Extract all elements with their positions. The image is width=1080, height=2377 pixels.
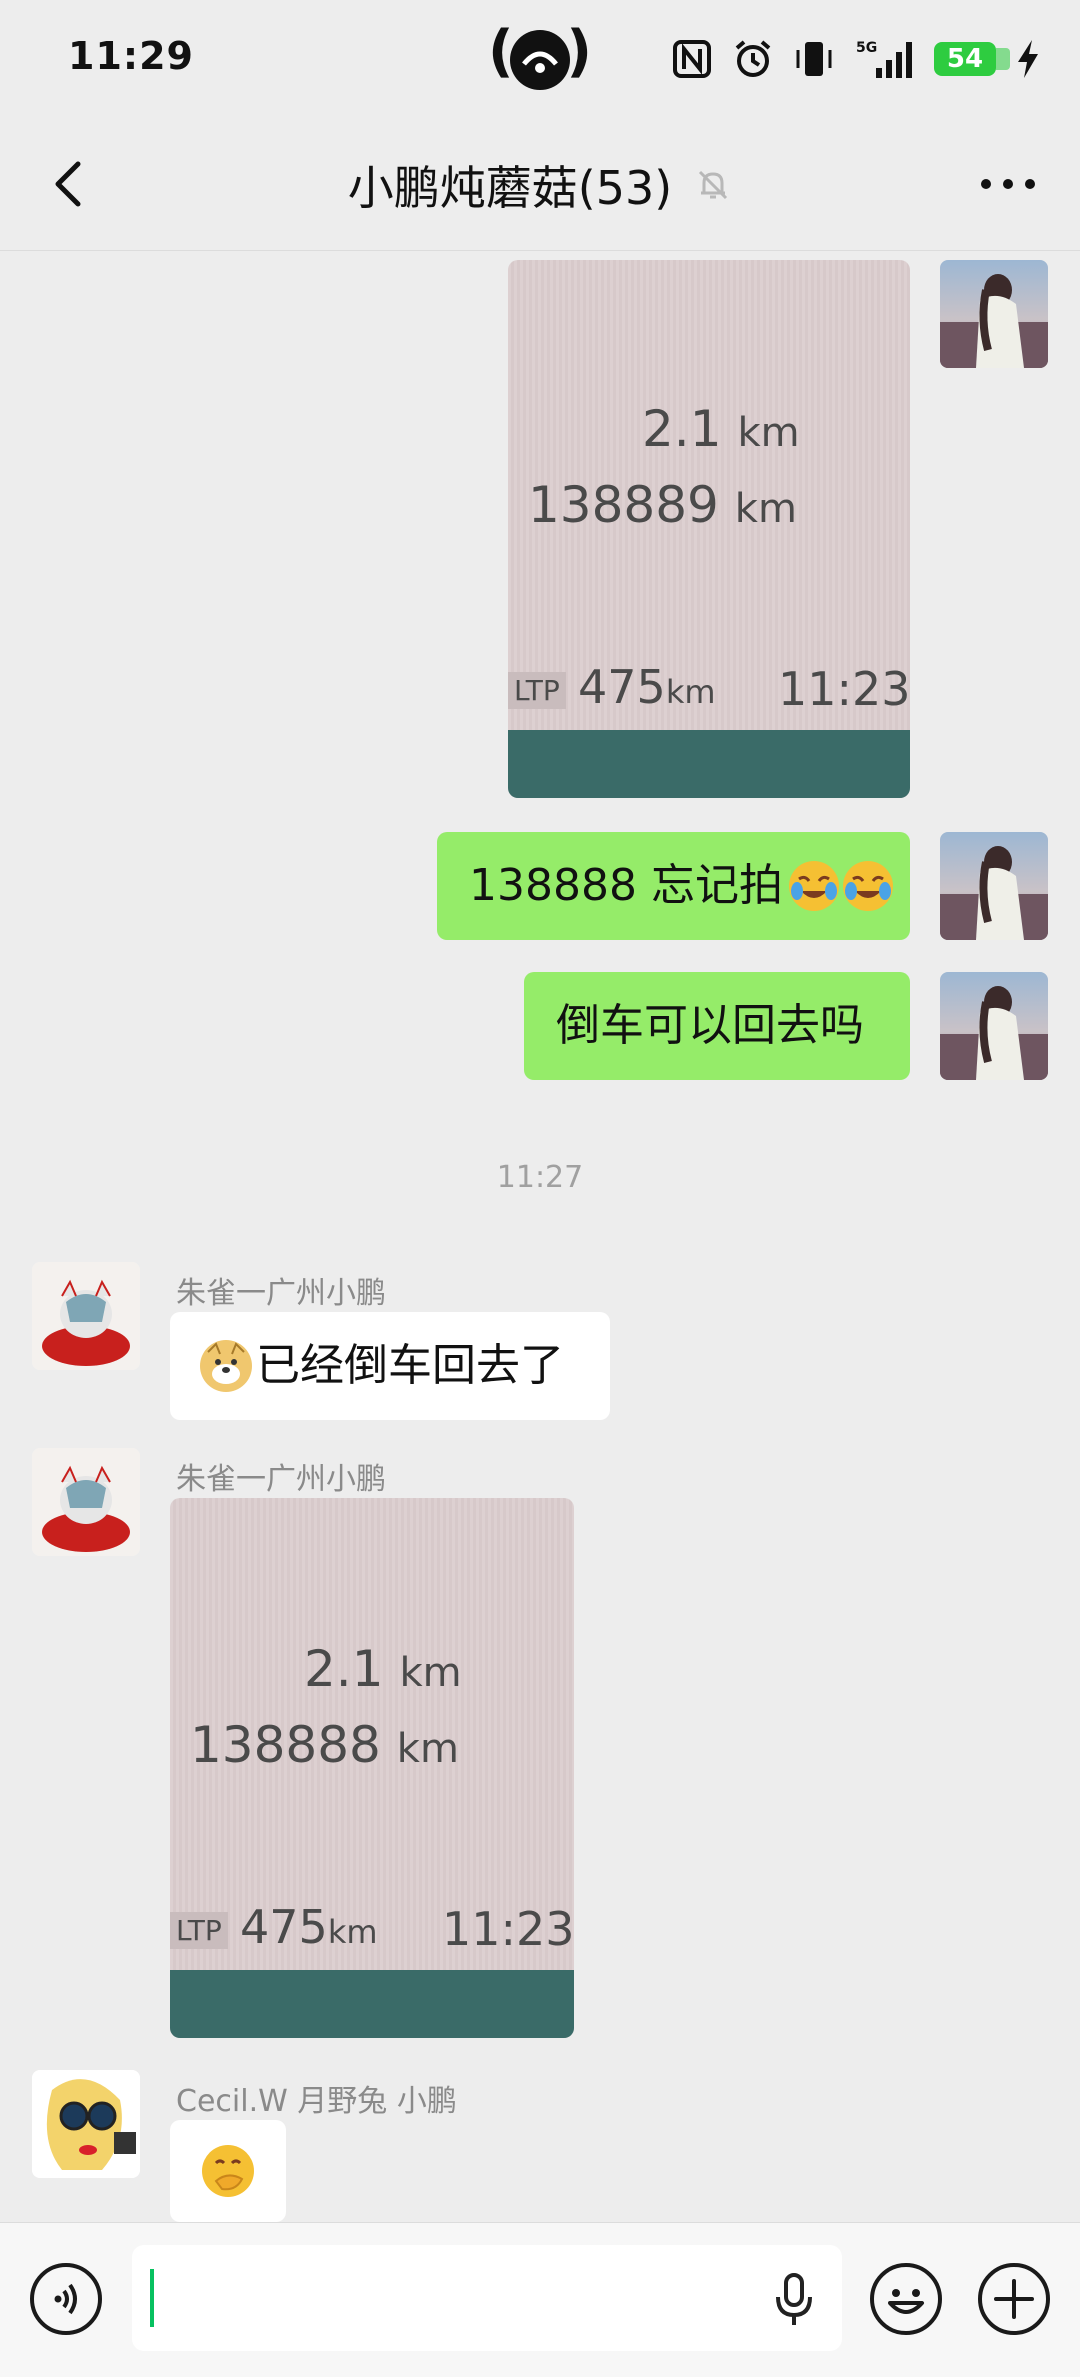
- emoji-icon[interactable]: [870, 2263, 942, 2335]
- avatar[interactable]: [32, 1262, 140, 1370]
- charging-icon: [1018, 40, 1038, 78]
- image-message[interactable]: 2.1 km 138888 km LTP 475km 11:23: [170, 1498, 574, 2038]
- message-text: 倒车可以回去吗: [556, 1000, 864, 1051]
- photo-range: 475: [578, 660, 666, 714]
- nfc-icon: [673, 40, 711, 78]
- sender-name: 朱雀一广州小鹏: [176, 1276, 386, 1311]
- photo-clock: 11:23: [442, 1902, 574, 1956]
- hotspot-indicator-icon: ( ): [488, 22, 592, 92]
- photo-mode: LTP: [170, 1912, 228, 1949]
- avatar[interactable]: [32, 2070, 140, 2178]
- chat-title[interactable]: 小鹏炖蘑菇(53): [348, 152, 672, 218]
- message-bubble[interactable]: 倒车可以回去吗: [524, 972, 910, 1080]
- avatar[interactable]: [32, 1448, 140, 1556]
- photo-mode: LTP: [508, 672, 566, 709]
- microphone-icon[interactable]: [770, 2271, 818, 2329]
- laughing-crying-emoji-icon: [842, 861, 893, 911]
- image-message[interactable]: 2.1 km 138889 km LTP 475km 11:23: [508, 260, 910, 798]
- message-text: 138888 忘记拍: [469, 860, 783, 911]
- bell-muted-icon: [699, 170, 728, 200]
- time-separator: 11:27: [496, 1160, 584, 1195]
- text-caret: [150, 2269, 154, 2327]
- sender-name: Cecil.W 月野兔 小鹏: [176, 2084, 457, 2119]
- avatar[interactable]: [940, 832, 1048, 940]
- photo-odometer: 138888: [190, 1716, 381, 1774]
- sender-name: 朱雀一广州小鹏: [176, 1462, 386, 1497]
- more-dots-icon[interactable]: [976, 164, 1040, 204]
- voice-icon[interactable]: [30, 2263, 102, 2335]
- photo-trip-distance: 2.1: [304, 1640, 384, 1698]
- avatar[interactable]: [940, 260, 1048, 368]
- input-bar: [0, 2222, 1080, 2377]
- signal-5g-icon: 5G: [856, 40, 912, 78]
- message-bubble[interactable]: 138888 忘记拍: [437, 832, 910, 940]
- battery-icon: 54: [934, 42, 1010, 76]
- message-text: 已经倒车回去了: [256, 1340, 564, 1391]
- svg-text:5G: 5G: [856, 40, 877, 56]
- photo-odometer: 138889: [528, 476, 719, 534]
- hand-over-mouth-emoji-icon: [202, 2145, 254, 2197]
- photo-range: 475: [240, 1900, 328, 1954]
- status-icons: 5G 54: [672, 36, 1040, 82]
- avatar[interactable]: [940, 972, 1048, 1080]
- battery-level: 54: [946, 44, 984, 74]
- message-bubble[interactable]: 已经倒车回去了: [170, 1312, 610, 1420]
- message-input[interactable]: [132, 2245, 842, 2351]
- plus-icon[interactable]: [978, 2263, 1050, 2335]
- status-bar: 11:29 ( ) 5G 54: [0, 0, 1080, 118]
- status-time: 11:29: [68, 34, 194, 78]
- doge-emoji-icon: [200, 1340, 252, 1392]
- photo-clock: 11:23: [778, 662, 910, 716]
- photo-trip-distance: 2.1: [642, 400, 722, 458]
- vibrate-icon: [796, 42, 832, 76]
- laughing-crying-emoji-icon: [788, 861, 839, 911]
- chat-header: 小鹏炖蘑菇(53): [0, 118, 1080, 251]
- message-bubble[interactable]: [170, 2120, 286, 2222]
- alarm-icon: [735, 40, 771, 77]
